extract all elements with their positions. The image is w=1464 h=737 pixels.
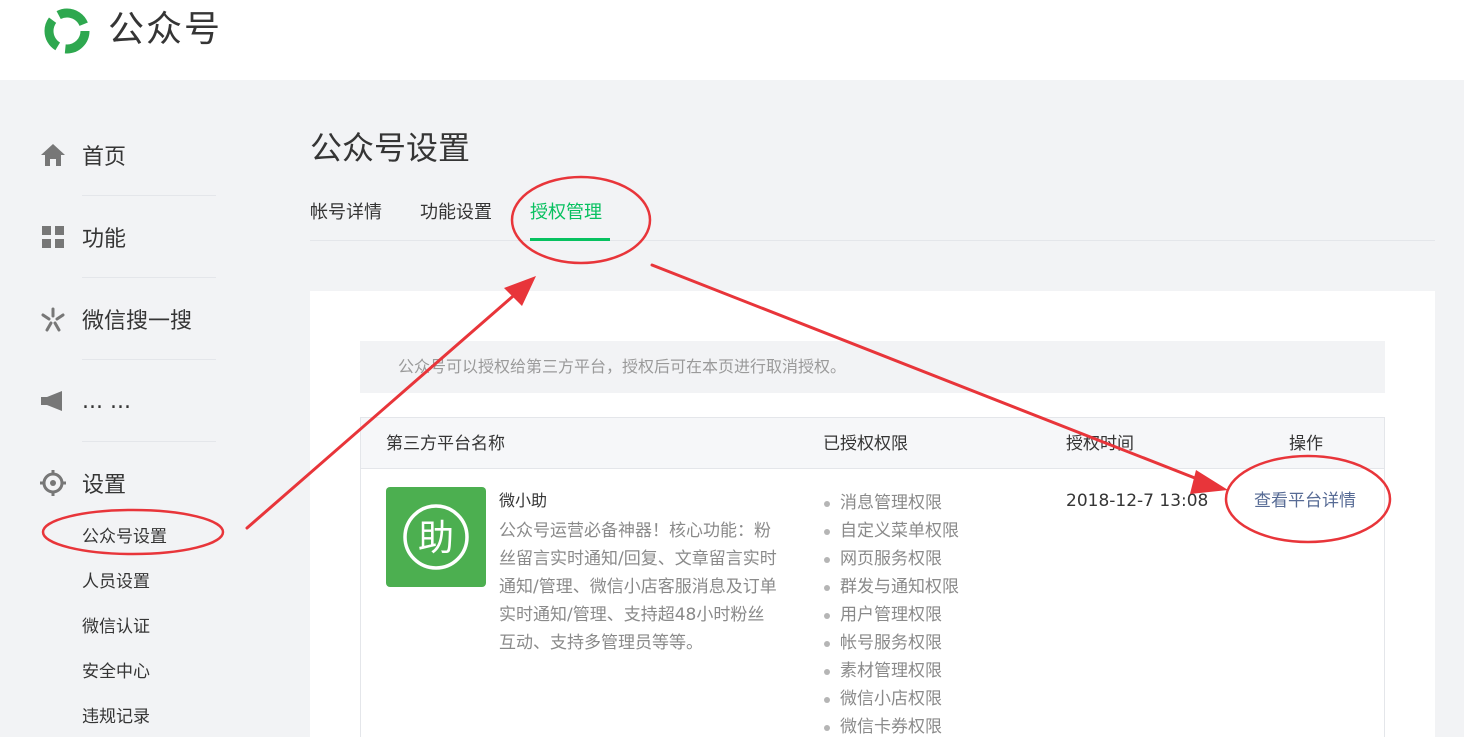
- list-item: 群发与通知权限: [823, 573, 959, 601]
- column-header-permissions: 已授权权限: [823, 434, 908, 454]
- auth-time: 2018-12-7 13:08: [1066, 491, 1209, 511]
- grid-icon: [40, 224, 66, 250]
- list-item: 微信卡券权限: [823, 713, 959, 737]
- permission-list: 消息管理权限 自定义菜单权限 网页服务权限 群发与通知权限 用户管理权限 帐号服…: [823, 489, 959, 737]
- column-header-platform: 第三方平台名称: [386, 434, 505, 454]
- sidebar-subitem-violation-records[interactable]: 违规记录: [82, 705, 150, 729]
- megaphone-icon: [40, 388, 66, 414]
- tab-account-details[interactable]: 帐号详情: [310, 200, 382, 226]
- page-title: 公众号设置: [310, 129, 471, 167]
- notice-banner: 公众号可以授权给第三方平台，授权后可在本页进行取消授权。: [360, 341, 1385, 393]
- app-icon-char: 助: [418, 518, 454, 559]
- sousou-icon: [40, 306, 66, 332]
- list-item: 帐号服务权限: [823, 629, 959, 657]
- list-item: 消息管理权限: [823, 489, 959, 517]
- sidebar-subitem-verification[interactable]: 微信认证: [82, 615, 150, 639]
- table-header: 第三方平台名称 已授权权限 授权时间 操作: [361, 418, 1384, 469]
- active-tab-indicator: [530, 238, 610, 241]
- list-item: 自定义菜单权限: [823, 517, 959, 545]
- sidebar-item-label: ... ...: [82, 388, 131, 414]
- sidebar-subitem-account-settings[interactable]: 公众号设置: [82, 525, 167, 549]
- sidebar-item-home[interactable]: 首页: [40, 135, 220, 175]
- divider: [82, 277, 216, 278]
- sidebar: 首页 功能 微信搜一搜 ... ... 设置 公众号设置 人员设置 微信认证 安…: [0, 80, 250, 737]
- content-card: 公众号可以授权给第三方平台，授权后可在本页进行取消授权。 第三方平台名称 已授权…: [310, 291, 1435, 737]
- app-title[interactable]: 公众号: [108, 8, 222, 52]
- list-item: 网页服务权限: [823, 545, 959, 573]
- sidebar-item-label: 微信搜一搜: [82, 309, 193, 334]
- sidebar-item-more[interactable]: ... ...: [40, 381, 220, 421]
- platform-name: 微小助: [499, 491, 548, 510]
- sidebar-item-label: 功能: [82, 227, 127, 252]
- platform-description: 公众号运营必备神器！核心功能：粉丝留言实时通知/回复、文章留言实时通知/管理、微…: [499, 521, 777, 653]
- view-platform-details-link[interactable]: 查看平台详情: [1254, 489, 1356, 513]
- sidebar-subitem-staff-settings[interactable]: 人员设置: [82, 570, 150, 594]
- sidebar-item-label: 首页: [82, 145, 127, 170]
- wechat-official-account-logo-icon[interactable]: [40, 6, 94, 56]
- divider: [82, 441, 216, 442]
- list-item: 用户管理权限: [823, 601, 959, 629]
- sidebar-subitem-security-center[interactable]: 安全中心: [82, 660, 150, 684]
- sidebar-item-label: 设置: [82, 473, 127, 498]
- gear-icon: [40, 470, 66, 496]
- divider: [82, 359, 216, 360]
- tab-bar: 帐号详情 功能设置 授权管理: [310, 192, 1435, 241]
- zhu-badge-icon: 助: [403, 504, 469, 570]
- tab-authorization-management[interactable]: 授权管理: [530, 200, 602, 226]
- column-header-auth-time: 授权时间: [1066, 434, 1134, 454]
- column-header-action: 操作: [1289, 434, 1323, 454]
- sidebar-item-settings[interactable]: 设置: [40, 463, 220, 503]
- list-item: 微信小店权限: [823, 685, 959, 713]
- home-icon: [40, 142, 66, 168]
- sidebar-item-features[interactable]: 功能: [40, 217, 220, 257]
- platform-app-icon: 助: [386, 487, 486, 587]
- authorization-table: 第三方平台名称 已授权权限 授权时间 操作 助 微小助 公众号运营必备神器！核心…: [360, 417, 1385, 737]
- top-bar: 公众号: [0, 0, 1464, 80]
- divider: [82, 195, 216, 196]
- sidebar-item-search[interactable]: 微信搜一搜: [40, 299, 220, 339]
- tab-feature-settings[interactable]: 功能设置: [420, 200, 492, 226]
- list-item: 素材管理权限: [823, 657, 959, 685]
